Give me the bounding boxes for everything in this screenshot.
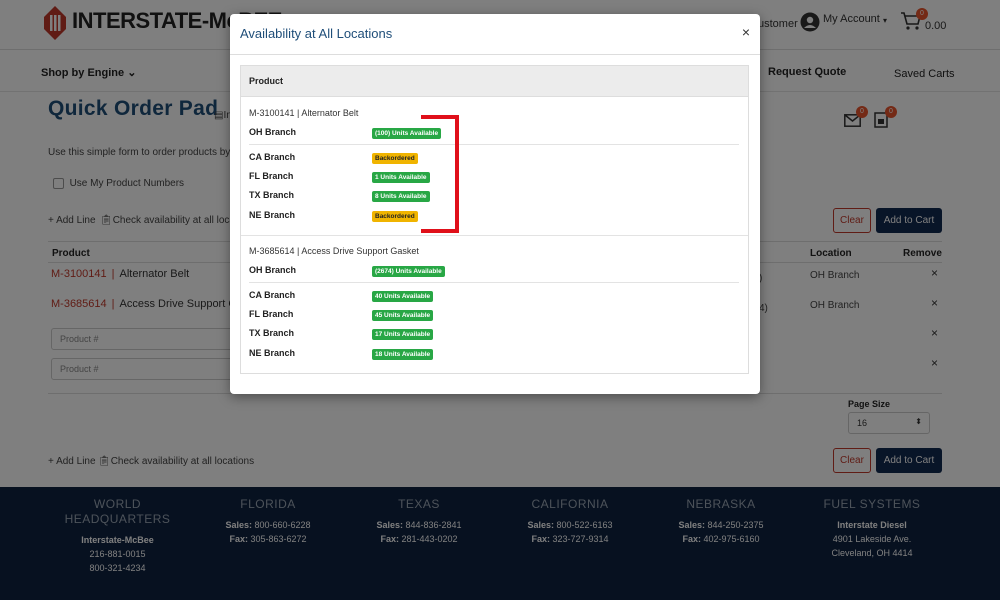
branch-name: TX Branch: [249, 190, 295, 200]
branch-name: NE Branch: [249, 348, 296, 358]
status-badge: 45 Units Available: [372, 310, 434, 321]
divider: [230, 54, 760, 55]
divider: [249, 144, 739, 145]
branch-name: CA Branch: [249, 152, 296, 162]
branch-name: FL Branch: [249, 171, 294, 181]
branch-name: FL Branch: [249, 309, 294, 319]
status-badge: (2674) Units Available: [372, 266, 445, 277]
branch-name: CA Branch: [249, 290, 296, 300]
table-header: Product: [241, 66, 748, 97]
availability-table: Product M-3100141 | Alternator Belt OH B…: [240, 65, 749, 374]
branch-name: NE Branch: [249, 210, 296, 220]
branch-name: OH Branch: [249, 127, 297, 137]
divider: [241, 235, 748, 236]
availability-modal: Availability at All Locations × Product …: [230, 14, 760, 394]
status-badge: 17 Units Available: [372, 329, 434, 340]
highlight-bracket-annotation: [421, 115, 459, 233]
product-group-title: M-3100141 | Alternator Belt: [249, 108, 359, 118]
branch-name: OH Branch: [249, 265, 297, 275]
status-badge: Backordered: [372, 153, 418, 164]
product-group-title: M-3685614 | Access Drive Support Gasket: [249, 246, 419, 256]
branch-name: TX Branch: [249, 328, 295, 338]
column-header-product: Product: [249, 76, 284, 86]
divider: [249, 282, 739, 283]
status-badge: 18 Units Available: [372, 349, 434, 360]
modal-title: Availability at All Locations: [240, 26, 393, 41]
status-badge: 40 Units Available: [372, 291, 434, 302]
status-badge: Backordered: [372, 211, 418, 222]
close-icon[interactable]: ×: [742, 24, 750, 40]
